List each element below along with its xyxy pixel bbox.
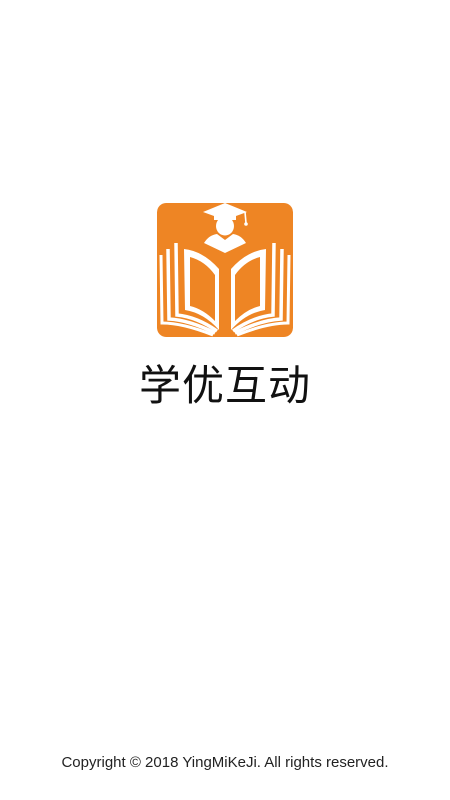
splash-screen: 学优互动 Copyright © 2018 YingMiKeJi. All ri… [0, 0, 450, 800]
app-name: 学优互动 [138, 361, 311, 410]
app-logo [157, 203, 293, 337]
open-book-graduate-icon [157, 203, 293, 337]
copyright-text: Copyright © 2018 YingMiKeJi. All rights … [61, 754, 389, 771]
